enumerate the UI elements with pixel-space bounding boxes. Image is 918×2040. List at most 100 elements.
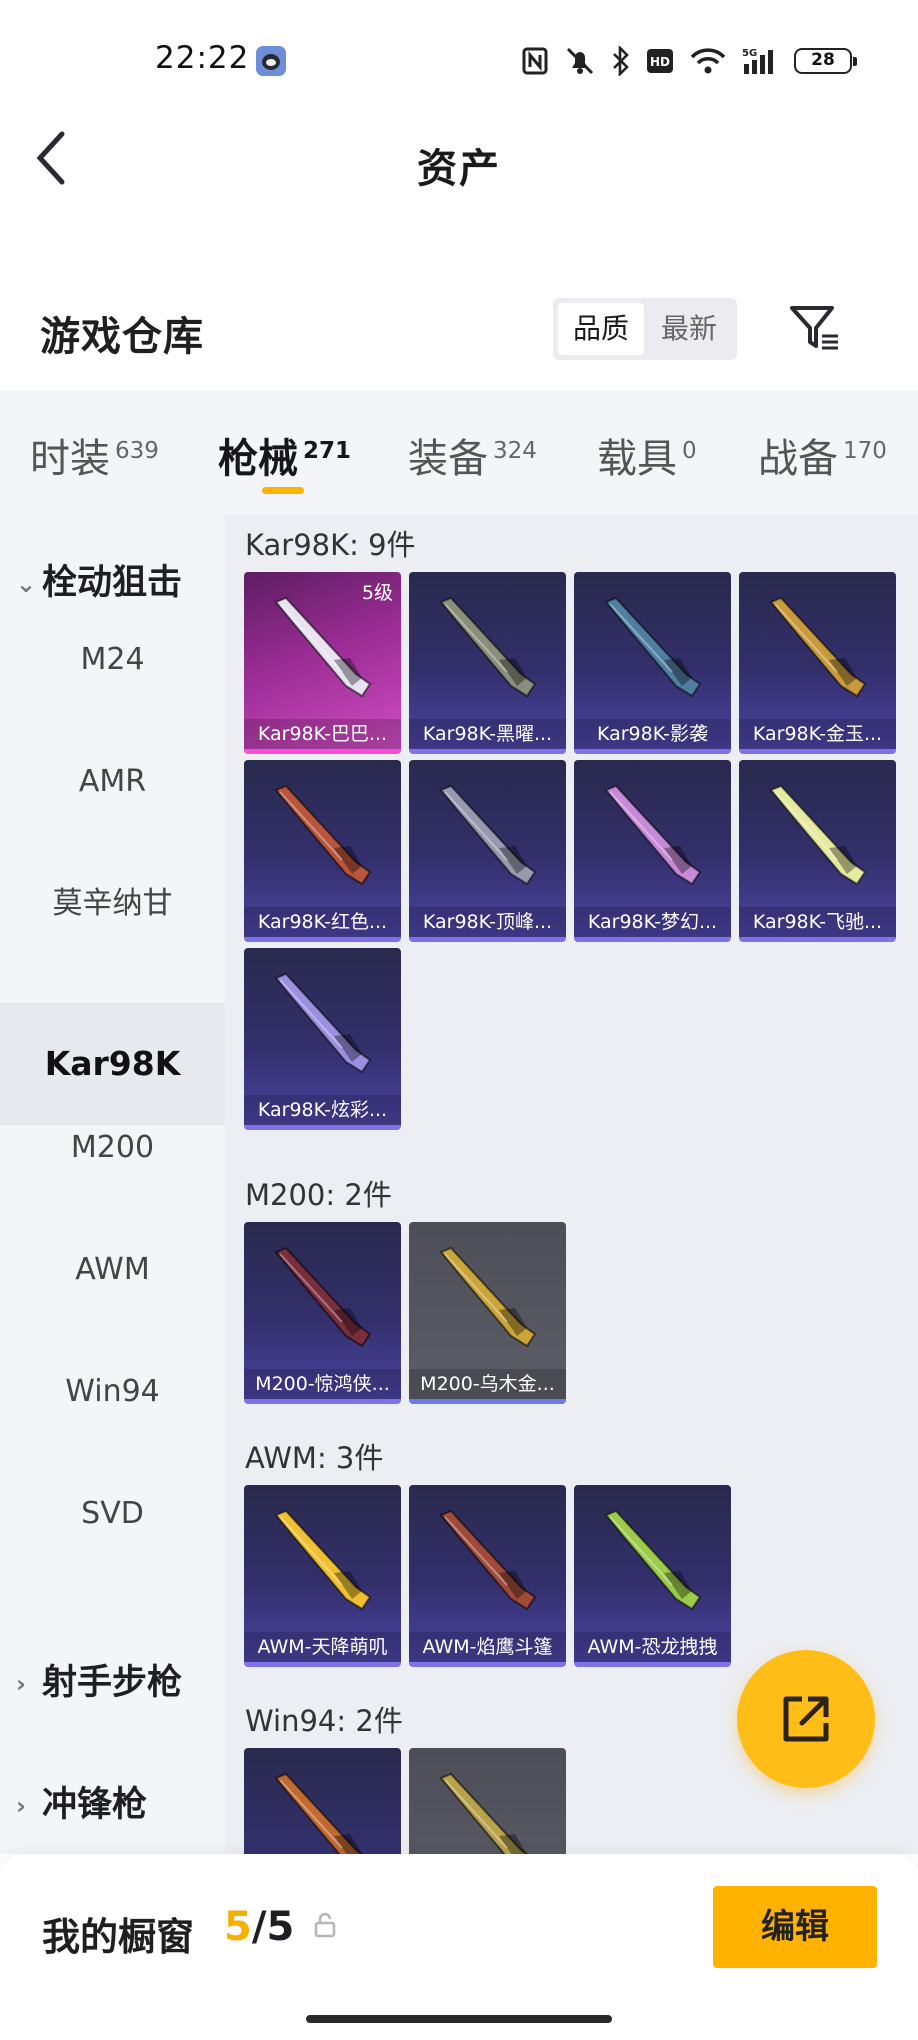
- item-name: M200-乌木金...: [409, 1369, 566, 1399]
- rifle-icon: [274, 1509, 372, 1611]
- showcase-count: 5/5: [224, 1904, 295, 1950]
- showcase-bar: 我的橱窗 5/5 编辑: [0, 1854, 918, 2040]
- item-name: Kar98K-金玉...: [739, 719, 896, 749]
- chevron-right-icon: ›: [16, 1792, 26, 1820]
- warehouse-title: 游戏仓库: [40, 314, 204, 360]
- rifle-icon: [274, 1246, 372, 1348]
- wifi-icon: [690, 48, 726, 74]
- item-name: Kar98K-梦幻...: [574, 907, 731, 937]
- item-card[interactable]: Kar98K-飞驰...: [739, 760, 896, 942]
- rifle-icon: [439, 784, 537, 886]
- item-card[interactable]: Kar98K-影袭: [574, 572, 731, 754]
- rifle-icon: [439, 1509, 537, 1611]
- svg-text:HD: HD: [650, 55, 670, 69]
- tab-equipment[interactable]: 装备 324: [408, 426, 537, 484]
- sidebar-category-marksman[interactable]: › 射手步枪: [16, 1654, 182, 1705]
- item-card[interactable]: 5级 Kar98K-巴巴...: [244, 572, 401, 754]
- rifle-icon: [439, 596, 537, 698]
- item-name: AWM-天降萌叽: [244, 1632, 401, 1662]
- sidebar-item-awm[interactable]: AWM: [0, 1209, 225, 1331]
- item-card[interactable]: Kar98K-金玉...: [739, 572, 896, 754]
- item-card[interactable]: M200-惊鸿侠...: [244, 1222, 401, 1404]
- external-link-icon: [783, 1696, 829, 1742]
- tab-fashion[interactable]: 时装 639: [30, 426, 159, 484]
- group-title: Win94: 2件: [245, 1704, 403, 1738]
- item-name: Kar98K-飞驰...: [739, 907, 896, 937]
- sidebar-item-win94[interactable]: Win94: [0, 1331, 225, 1453]
- item-name: Kar98K-顶峰...: [409, 907, 566, 937]
- item-card[interactable]: [409, 1748, 566, 1854]
- page-title: 资产: [417, 146, 501, 192]
- sort-toggle: 品质 最新: [553, 298, 737, 360]
- home-indicator: [306, 2015, 612, 2023]
- item-name: M200-惊鸿侠...: [244, 1369, 401, 1399]
- filter-button[interactable]: [786, 300, 842, 356]
- item-card[interactable]: Kar98K-梦幻...: [574, 760, 731, 942]
- item-name: Kar98K-巴巴...: [244, 719, 401, 749]
- lock-icon: [314, 1912, 336, 1938]
- item-card[interactable]: M200-乌木金...: [409, 1222, 566, 1404]
- status-bar: 22:22 HD 5G 28: [0, 0, 918, 120]
- item-name: Kar98K-红色...: [244, 907, 401, 937]
- share-fab-button[interactable]: [737, 1650, 875, 1788]
- item-card[interactable]: Kar98K-顶峰...: [409, 760, 566, 942]
- item-card[interactable]: [244, 1748, 401, 1854]
- tab-weapons[interactable]: 枪械 271: [218, 426, 351, 484]
- active-tab-indicator: [262, 487, 304, 494]
- item-name: AWM-焰鹰斗篷: [409, 1632, 566, 1662]
- category-tabs: 时装 639 枪械 271 装备 324 载具 0 战备 170: [0, 390, 918, 514]
- rifle-icon: [439, 1772, 529, 1854]
- item-card[interactable]: AWM-恐龙拽拽: [574, 1485, 731, 1667]
- mute-bell-icon: [566, 47, 594, 75]
- item-name: AWM-恐龙拽拽: [574, 1632, 731, 1662]
- battery-icon: 28: [794, 48, 857, 74]
- signal-5g-icon: 5G: [742, 48, 773, 74]
- group-title: M200: 2件: [245, 1178, 392, 1212]
- item-card[interactable]: Kar98K-红色...: [244, 760, 401, 942]
- sidebar-category-bolt-action[interactable]: ⌄ 栓动狙击: [16, 554, 182, 605]
- sidebar-category-smg[interactable]: › 冲锋枪: [16, 1776, 147, 1827]
- tab-supplies[interactable]: 战备 170: [758, 426, 887, 484]
- rifle-icon: [604, 596, 702, 698]
- status-time: 22:22: [155, 40, 250, 76]
- svg-text:5G: 5G: [742, 48, 757, 59]
- item-card[interactable]: Kar98K-炫彩...: [244, 948, 401, 1130]
- rifle-icon: [604, 784, 702, 886]
- edit-button[interactable]: 编辑: [713, 1886, 877, 1968]
- sort-newest-option[interactable]: 最新: [646, 303, 732, 355]
- item-card[interactable]: Kar98K-黑曜...: [409, 572, 566, 754]
- sidebar-item-amr[interactable]: AMR: [0, 721, 225, 843]
- item-name: Kar98K-影袭: [574, 719, 731, 749]
- rifle-icon: [439, 1246, 537, 1348]
- status-icons: HD 5G 28: [522, 44, 857, 78]
- item-card[interactable]: AWM-天降萌叽: [244, 1485, 401, 1667]
- item-card[interactable]: AWM-焰鹰斗篷: [409, 1485, 566, 1667]
- item-name: Kar98K-黑曜...: [409, 719, 566, 749]
- rifle-icon: [274, 596, 372, 698]
- item-level-badge: 5级: [361, 582, 393, 604]
- tab-vehicles[interactable]: 载具 0: [597, 426, 697, 484]
- app-notification-icon: [256, 46, 286, 76]
- item-name: Kar98K-炫彩...: [244, 1095, 401, 1125]
- sidebar-item-m200[interactable]: M200: [0, 1087, 225, 1209]
- sidebar-item-m24[interactable]: M24: [0, 599, 225, 721]
- group-title: AWM: 3件: [245, 1441, 384, 1475]
- rifle-icon: [274, 784, 372, 886]
- bluetooth-icon: [613, 46, 629, 76]
- rifle-icon: [274, 1772, 364, 1854]
- hd-icon: HD: [647, 49, 673, 73]
- chevron-down-icon: ⌄: [16, 570, 37, 598]
- rifle-icon: [274, 972, 372, 1074]
- rifle-icon: [769, 784, 867, 886]
- sort-quality-option[interactable]: 品质: [558, 303, 644, 355]
- filter-icon: [790, 306, 838, 350]
- rifle-icon: [769, 596, 867, 698]
- chevron-right-icon: ›: [16, 1670, 26, 1698]
- sidebar-item-mosin[interactable]: 莫辛纳甘: [0, 843, 225, 965]
- nfc-icon: [522, 47, 548, 75]
- sidebar: ⌄ 栓动狙击 M24 AMR 莫辛纳甘 Kar98K M200 AWM Win94…: [0, 514, 225, 1854]
- showcase-label: 我的橱窗: [42, 1915, 195, 1959]
- sidebar-item-svd[interactable]: SVD: [0, 1453, 225, 1575]
- group-title: Kar98K: 9件: [245, 528, 416, 562]
- rifle-icon: [604, 1509, 702, 1611]
